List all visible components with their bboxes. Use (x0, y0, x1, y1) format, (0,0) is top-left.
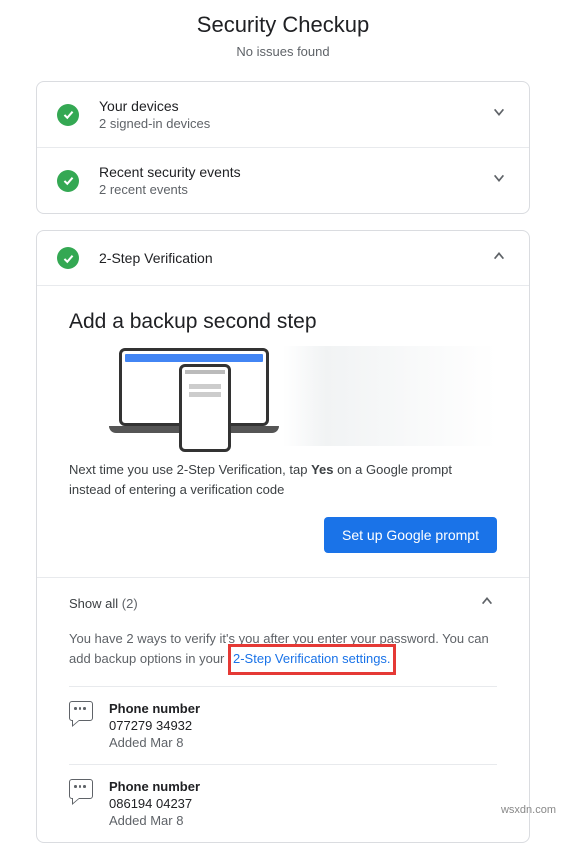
backup-method-1: Phone number 086194 04237 Added Mar 8 (69, 764, 497, 842)
show-all-label: Show all (69, 596, 118, 611)
two-step-title: 2-Step Verification (99, 250, 489, 266)
events-title: Recent security events (99, 164, 489, 180)
method-value: 077279 34932 (109, 718, 200, 733)
page-title: Security Checkup (36, 12, 530, 38)
devices-title: Your devices (99, 98, 489, 114)
row-security-events[interactable]: Recent security events 2 recent events (37, 147, 529, 213)
show-all-count: (2) (122, 596, 138, 611)
backup-step-heading: Add a backup second step (69, 310, 497, 334)
chevron-up-icon (489, 249, 509, 268)
chevron-up-icon (477, 594, 497, 613)
sms-icon (69, 701, 93, 721)
row-two-step-header[interactable]: 2-Step Verification (37, 231, 529, 285)
two-step-panel: Add a backup second step Next time you u… (37, 285, 529, 842)
method-added: Added Mar 8 (109, 735, 200, 750)
check-icon (57, 104, 79, 126)
settings-link-highlight: 2-Step Verification settings. (228, 644, 396, 675)
events-subtitle: 2 recent events (99, 182, 489, 197)
method-title: Phone number (109, 701, 200, 716)
sms-icon (69, 779, 93, 799)
verify-ways-info: You have 2 ways to verify it's you after… (69, 629, 497, 668)
devices-illustration (69, 346, 497, 446)
backup-method-0: Phone number 077279 34932 Added Mar 8 (69, 686, 497, 764)
page-subtitle: No issues found (36, 44, 530, 59)
show-all-toggle[interactable]: Show all (2) (69, 594, 497, 613)
method-added: Added Mar 8 (109, 813, 200, 828)
chevron-down-icon (489, 171, 509, 190)
method-title: Phone number (109, 779, 200, 794)
devices-subtitle: 2 signed-in devices (99, 116, 489, 131)
two-step-settings-link[interactable]: 2-Step Verification settings. (233, 651, 391, 666)
row-your-devices[interactable]: Your devices 2 signed-in devices (37, 82, 529, 147)
watermark: wsxdn.com (501, 804, 556, 816)
check-icon (57, 170, 79, 192)
method-value: 086194 04237 (109, 796, 200, 811)
check-icon (57, 247, 79, 269)
show-all-section: Show all (2) You have 2 ways to verify i… (37, 577, 529, 842)
backup-step-description: Next time you use 2-Step Verification, t… (69, 460, 497, 499)
setup-google-prompt-button[interactable]: Set up Google prompt (324, 517, 497, 553)
card-two-step: 2-Step Verification Add a backup second … (36, 230, 530, 843)
chevron-down-icon (489, 105, 509, 124)
page-header: Security Checkup No issues found (36, 12, 530, 59)
card-basic-sections: Your devices 2 signed-in devices Recent … (36, 81, 530, 214)
